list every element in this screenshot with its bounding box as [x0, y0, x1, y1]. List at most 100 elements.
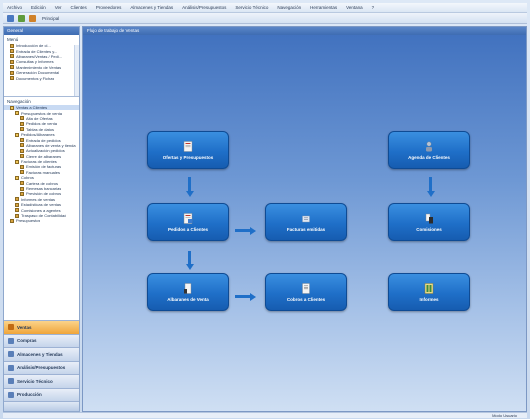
- cobros-card[interactable]: Cobros a Clientes: [265, 273, 347, 311]
- tree-item-label: Albaranes de venta y tienda: [26, 142, 76, 148]
- tree-item-label: Previsión de cobros: [26, 191, 62, 197]
- albaranes-card[interactable]: Albaranes de Venta: [147, 273, 229, 311]
- document-icon: [10, 59, 14, 64]
- tree-item-label: Remesas bancarias: [26, 186, 62, 192]
- document-icon: [10, 70, 14, 75]
- navigation-footer[interactable]: [4, 401, 79, 411]
- tree-item-label: Presupuestos: [16, 218, 41, 224]
- menu-item[interactable]: Edición: [31, 5, 46, 10]
- back-icon[interactable]: [7, 14, 14, 22]
- document-icon: [20, 181, 24, 186]
- favorite-item-label: Consultas y Informes: [16, 59, 54, 65]
- toolbar-label[interactable]: Principal: [42, 16, 59, 21]
- nav-button-label: Producción: [17, 392, 42, 398]
- tree-item-label: Cartera de cobros: [26, 180, 59, 186]
- facturas-card-label: Facturas emitidas: [286, 226, 326, 232]
- informes-card-label: Informes: [419, 296, 439, 302]
- module-icon: [8, 351, 14, 358]
- favorite-item-label: Documentos y Fichas: [16, 75, 55, 81]
- menu-item[interactable]: Proveedores: [96, 5, 122, 10]
- folder-icon: [15, 111, 19, 116]
- document-icon: [15, 202, 19, 207]
- favorite-item-label: Introducción de cl...: [16, 43, 51, 49]
- cobros-card-label: Cobros a Clientes: [286, 296, 326, 302]
- nav-button-label: Ventas: [17, 324, 32, 330]
- document-icon: [183, 140, 193, 152]
- favorites-scrollbar[interactable]: [74, 45, 79, 96]
- favorite-item[interactable]: Documentos y Fichas: [4, 75, 79, 81]
- menu-item[interactable]: Análisis/Presupuestos: [182, 5, 226, 10]
- document-icon: [20, 191, 24, 196]
- agenda-card[interactable]: Agenda de Clientes: [388, 131, 470, 169]
- document-icon: [20, 143, 24, 148]
- document-icon: [10, 43, 14, 48]
- flow-arrow-albaranes-cobros: [235, 295, 251, 298]
- menu-item[interactable]: Herramientas: [310, 5, 337, 10]
- document-icon: [20, 138, 24, 143]
- menu-item[interactable]: Servicio Técnico: [235, 5, 268, 10]
- nav-button[interactable]: Almacenes y Tiendas: [4, 347, 79, 361]
- tree-item-label: Emisión de facturas: [26, 164, 62, 170]
- nav-button[interactable]: Compras: [4, 333, 79, 347]
- document-icon: [20, 121, 24, 126]
- application-window: Archivo Edición Ver Clientes Proveedores Alma…: [0, 0, 530, 419]
- comisiones-card-label: Comisiones: [416, 226, 442, 232]
- tree-item-label: Pedidos de venta: [26, 121, 57, 127]
- comisiones-card[interactable]: Comisiones: [388, 203, 470, 241]
- menu-item[interactable]: Navegación: [277, 5, 301, 10]
- tree-item-label: Traspaso de Contabilidad: [21, 213, 67, 218]
- informes-card[interactable]: Informes: [388, 273, 470, 311]
- tree-item[interactable]: Presupuestos: [4, 218, 79, 223]
- favorite-item-label: Generación Documental: [16, 70, 60, 76]
- agent-icon: [425, 213, 433, 223]
- refresh-icon[interactable]: [18, 14, 25, 22]
- document-icon: [15, 213, 19, 218]
- flow-arrowhead: [250, 226, 256, 235]
- favorites-section: Menú Introducción de cl... Entrada de Cli…: [4, 35, 79, 97]
- home-icon[interactable]: [29, 14, 36, 22]
- pedidos-card[interactable]: Pedidos a Clientes: [147, 203, 229, 241]
- module-icon: [8, 364, 14, 371]
- person-icon: [426, 141, 432, 151]
- document-icon: [10, 54, 14, 59]
- nav-button[interactable]: Análisis/Presupuestos: [4, 360, 79, 374]
- menu-item[interactable]: Clientes: [71, 5, 87, 10]
- folder-icon: [15, 175, 19, 180]
- document-icon: [15, 197, 19, 202]
- menu-item[interactable]: Almacenes y Tiendas: [130, 5, 173, 10]
- folder-icon: [10, 105, 14, 110]
- document-icon: [20, 186, 24, 191]
- nav-button-label: Almacenes y Tiendas: [17, 351, 63, 357]
- nav-button-label: Compras: [17, 338, 37, 344]
- menu-item[interactable]: Archivo: [7, 5, 22, 10]
- tree-item-label: Informes de ventas: [21, 196, 56, 202]
- document-icon: [10, 76, 14, 81]
- flow-arrow-pedidos-facturas: [235, 229, 251, 232]
- menu-item[interactable]: Ventana: [346, 5, 363, 10]
- tree-item-label: Actualización pedidos: [26, 148, 65, 154]
- albaranes-card-label: Albaranes de Venta: [167, 296, 209, 302]
- nav-button[interactable]: Ventas: [4, 320, 79, 334]
- tree-item-label: Comisiones a agentes: [21, 207, 61, 213]
- nav-button-label: Análisis/Presupuestos: [17, 365, 66, 371]
- document-icon: [10, 49, 14, 54]
- document-icon: [15, 208, 19, 213]
- favorite-item-label: Entrada de Clientes y...: [16, 48, 58, 54]
- tree-item-label: Cierre de albaranes: [26, 153, 62, 159]
- menu-bar: Archivo Edición Ver Clientes Proveedores Alma…: [3, 3, 527, 13]
- delivery-note-icon: [184, 282, 192, 294]
- nav-button[interactable]: Producción: [4, 387, 79, 401]
- navigation-tree: Ventas a Clientes Presupuestos de venta Al…: [4, 105, 79, 283]
- menu-item[interactable]: Ver: [55, 5, 62, 10]
- tree-item-label: Cobros: [21, 175, 34, 181]
- main-panel-header: Flujo de trabajo de Ventas: [83, 27, 526, 35]
- document-icon: [20, 170, 24, 175]
- nav-button[interactable]: Servicio Técnico: [4, 374, 79, 388]
- module-icon: [8, 337, 14, 344]
- document-icon: [20, 164, 24, 169]
- facturas-card[interactable]: Facturas emitidas: [265, 203, 347, 241]
- ofertas-card[interactable]: Ofertas y Presupuestos: [147, 131, 229, 169]
- tree-item-label: Estadísticas de ventas: [21, 202, 62, 208]
- receipt-icon: [302, 282, 310, 294]
- menu-item[interactable]: ?: [372, 5, 375, 10]
